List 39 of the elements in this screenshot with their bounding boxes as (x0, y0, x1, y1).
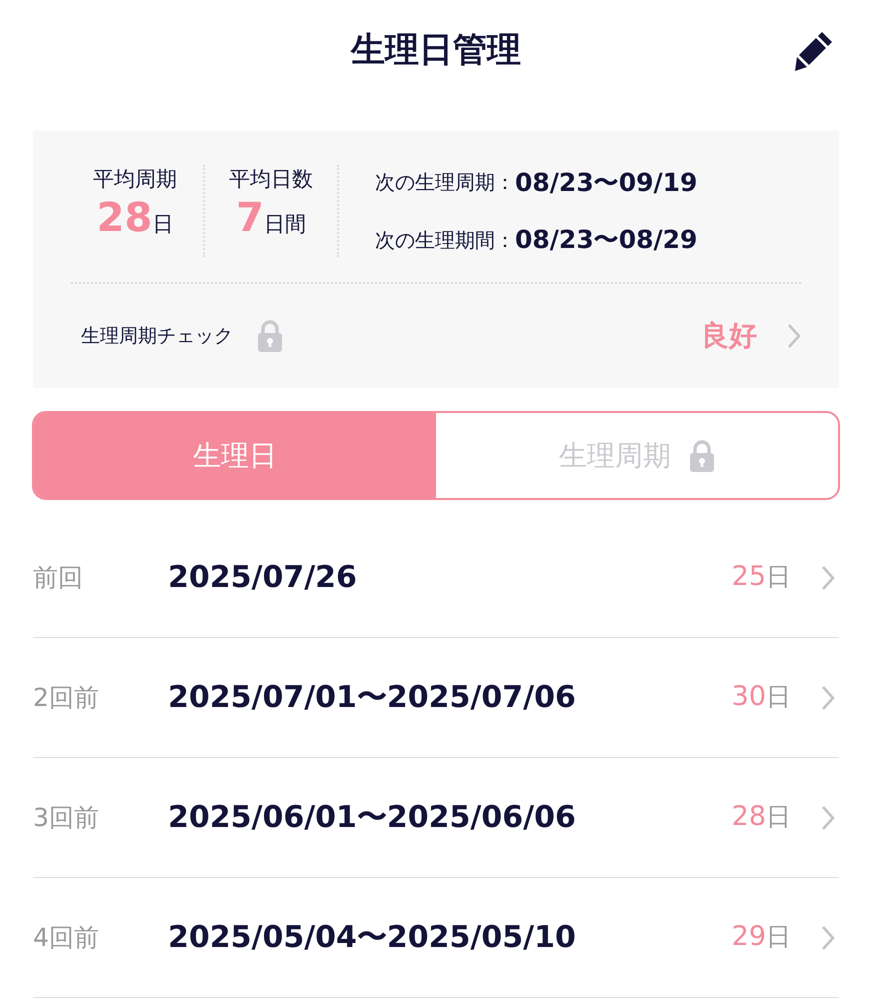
record-dates: 2025/07/26 (168, 559, 357, 597)
record-label: 前回 (33, 562, 84, 594)
stat-label: 平均日数 (229, 166, 313, 193)
chevron-right-icon (787, 323, 801, 349)
chevron-right-icon (821, 564, 835, 590)
record-dates: 2025/05/04〜2025/05/10 (168, 919, 576, 957)
colon-separator: ： (495, 226, 515, 254)
days-unit: 日 (766, 801, 791, 834)
record-days: 29 (732, 917, 766, 958)
check-label: 生理周期チェック (81, 324, 233, 349)
stat-label: 平均周期 (93, 166, 177, 193)
record-days: 28 (732, 797, 766, 838)
chevron-right-icon (821, 924, 835, 950)
record-row[interactable]: 2回前 2025/07/01〜2025/07/06 30日 (33, 638, 839, 758)
record-label: 3回前 (33, 802, 100, 834)
stat-value: 7 (236, 194, 264, 243)
record-days: 30 (732, 677, 766, 718)
record-dates: 2025/07/01〜2025/07/06 (168, 679, 576, 717)
record-row[interactable]: 4回前 2025/05/04〜2025/05/10 29日 (33, 878, 839, 998)
record-label: 4回前 (33, 922, 100, 954)
record-days: 25 (732, 557, 766, 598)
record-dates: 2025/06/01〜2025/06/06 (168, 799, 576, 837)
days-unit: 日 (766, 681, 791, 714)
next-dates: 08/23〜08/29 (515, 224, 698, 256)
record-row[interactable]: 3回前 2025/06/01〜2025/06/06 28日 (33, 758, 839, 878)
record-label: 2回前 (33, 682, 100, 714)
colon-separator: ： (495, 169, 515, 196)
stat-value: 28 (96, 194, 152, 243)
page-title: 生理日管理 (351, 28, 521, 72)
chevron-right-icon (821, 804, 835, 830)
next-label: 次の生理期間 (375, 226, 495, 254)
next-label: 次の生理周期 (375, 169, 495, 196)
record-row[interactable]: 前回 2025/07/26 25 日 (33, 518, 839, 638)
days-unit: 日 (766, 921, 791, 954)
stat-unit: 日 (152, 211, 174, 238)
chevron-right-icon (821, 684, 835, 710)
days-unit: 日 (766, 561, 791, 594)
next-dates: 08/23〜09/19 (515, 166, 698, 198)
stat-unit: 日間 (264, 211, 306, 238)
